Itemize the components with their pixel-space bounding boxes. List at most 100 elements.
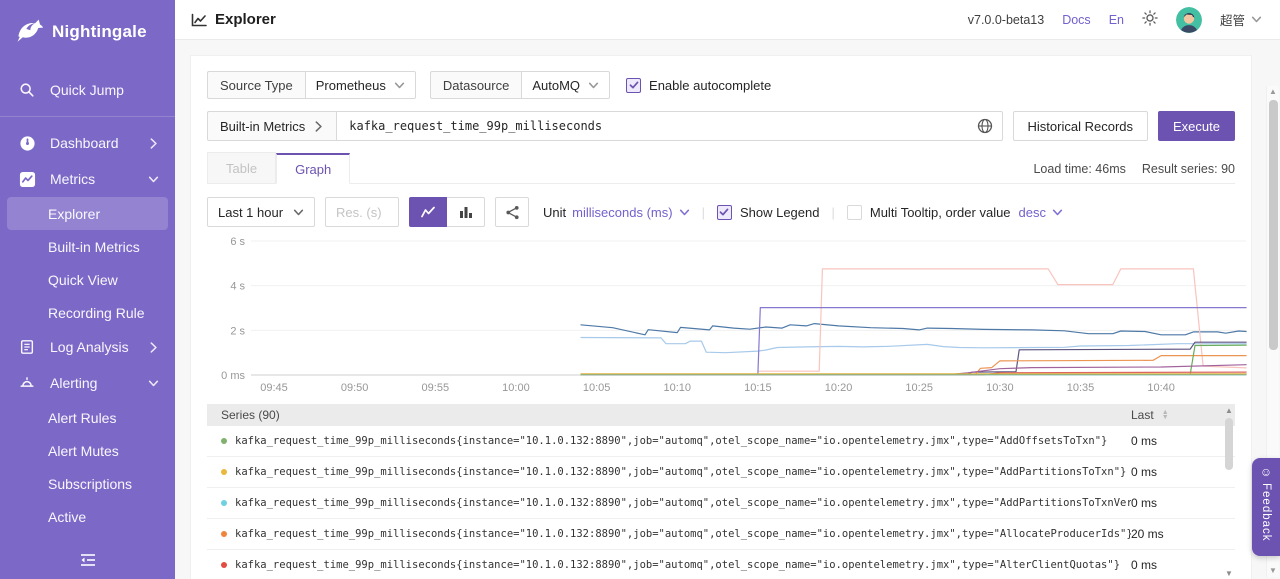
series-row[interactable]: kafka_request_time_99p_milliseconds{inst… (207, 457, 1235, 488)
source-type-label: Source Type (207, 71, 305, 99)
checkbox-unchecked-icon (847, 205, 862, 220)
last-column-header[interactable]: Last (1131, 408, 1154, 422)
sidebar-item-quick-jump[interactable]: Quick Jump (0, 72, 175, 108)
chevron-down-icon (148, 174, 159, 185)
datasource-select[interactable]: AutoMQ (521, 71, 610, 99)
svg-text:10:25: 10:25 (905, 382, 933, 394)
explorer-chart-icon (191, 13, 207, 27)
chevron-down-icon (148, 378, 159, 389)
time-range-select[interactable]: Last 1 hour (207, 197, 315, 227)
page-scrollbar-thumb[interactable] (1269, 100, 1278, 350)
alerting-icon (18, 374, 36, 392)
app-logo[interactable]: Nightingale (0, 0, 175, 64)
page-title: Explorer (191, 11, 276, 28)
svg-text:0 ms: 0 ms (221, 370, 245, 382)
historical-records-button[interactable]: Historical Records (1013, 111, 1148, 141)
avatar[interactable] (1176, 7, 1202, 33)
series-color-dot (221, 531, 227, 537)
series-table-header: Series (90) Last ▲▼ (207, 404, 1235, 426)
sidebar-item-alert-rules[interactable]: Alert Rules (0, 401, 175, 434)
enable-autocomplete-checkbox[interactable]: Enable autocomplete (626, 78, 771, 93)
theme-toggle-sun-icon[interactable] (1142, 10, 1158, 30)
multi-tooltip-checkbox[interactable]: Multi Tooltip, order value (847, 205, 1011, 220)
sidebar-item-active[interactable]: Active (0, 500, 175, 533)
sort-carets[interactable]: ▲▼ (1162, 410, 1169, 420)
sidebar-item-quick-view[interactable]: Quick View (0, 263, 175, 296)
sidebar-item-metrics[interactable]: Metrics (0, 161, 175, 197)
sidebar: Nightingale Quick Jump Dashboard Metrics… (0, 0, 175, 579)
builtin-metrics-button[interactable]: Built-in Metrics (207, 111, 337, 141)
tab-table[interactable]: Table (207, 152, 276, 183)
sidebar-item-builtin-metrics[interactable]: Built-in Metrics (0, 230, 175, 263)
bar-chart-button[interactable] (447, 197, 485, 227)
svg-text:10:35: 10:35 (1067, 382, 1095, 394)
unit-label: Unit (543, 205, 566, 220)
chevron-right-icon (148, 138, 159, 149)
sidebar-item-dashboard[interactable]: Dashboard (0, 125, 175, 161)
metrics-chart[interactable]: 6 s4 s2 s0 ms09:4509:5009:5510:0010:0510… (207, 233, 1235, 400)
dashboard-icon (18, 134, 36, 152)
scroll-down-icon[interactable]: ▼ (1225, 569, 1233, 579)
unit-select[interactable]: milliseconds (ms) (572, 205, 689, 220)
globe-icon[interactable] (977, 118, 993, 139)
order-select[interactable]: desc (1019, 205, 1063, 220)
chevron-right-icon (148, 342, 159, 353)
svg-text:10:00: 10:00 (502, 382, 530, 394)
sidebar-item-explorer[interactable]: Explorer (7, 197, 168, 230)
sidebar-item-recording-rule[interactable]: Recording Rule (0, 296, 175, 329)
user-name: 超管 (1220, 10, 1245, 29)
sidebar-item-subscriptions[interactable]: Subscriptions (0, 467, 175, 500)
promql-query-input[interactable] (337, 111, 1002, 141)
execute-button[interactable]: Execute (1158, 111, 1235, 141)
log-analysis-icon (18, 338, 36, 356)
series-color-dot (221, 438, 227, 444)
load-time: Load time: 46ms (1033, 162, 1125, 176)
chevron-down-icon (588, 80, 599, 91)
series-row[interactable]: kafka_request_time_99p_milliseconds{inst… (207, 550, 1235, 579)
series-column-header: Series (90) (221, 408, 1131, 422)
main-content: Source Type Prometheus Datasource AutoMQ… (175, 40, 1280, 579)
chevron-down-icon (394, 80, 405, 91)
metrics-icon (18, 170, 36, 188)
scroll-up-icon[interactable]: ▲ (1269, 86, 1277, 98)
svg-text:09:45: 09:45 (260, 382, 288, 394)
show-legend-checkbox[interactable]: Show Legend (717, 205, 820, 220)
docs-link[interactable]: Docs (1062, 13, 1090, 27)
divider: | (829, 205, 836, 220)
caret-down-icon: ▼ (1162, 415, 1169, 420)
language-switch[interactable]: En (1109, 13, 1124, 27)
app-name: Nightingale (52, 22, 147, 42)
table-scrollbar-thumb[interactable] (1225, 418, 1233, 470)
nightingale-bird-icon (14, 17, 44, 47)
svg-text:10:10: 10:10 (663, 382, 691, 394)
series-table: Series (90) Last ▲▼ kafka_request_time_9… (207, 404, 1235, 579)
scroll-up-icon[interactable]: ▲ (1225, 406, 1233, 416)
series-row[interactable]: kafka_request_time_99p_milliseconds{inst… (207, 519, 1235, 550)
chevron-down-icon (679, 207, 690, 218)
line-chart-button[interactable] (409, 197, 447, 227)
share-button[interactable] (495, 197, 529, 227)
resolution-input[interactable] (325, 197, 399, 227)
sidebar-item-log-analysis[interactable]: Log Analysis (0, 329, 175, 365)
user-menu[interactable]: 超管 (1220, 10, 1262, 29)
search-icon (18, 81, 36, 99)
feedback-button[interactable]: ☺ Feedback (1252, 458, 1280, 556)
svg-text:6 s: 6 s (230, 236, 245, 248)
chevron-down-icon (1251, 14, 1262, 25)
source-type-select[interactable]: Prometheus (305, 71, 416, 99)
sidebar-item-alert-mutes[interactable]: Alert Mutes (0, 434, 175, 467)
sidebar-collapse-button[interactable] (0, 553, 175, 567)
divider: | (700, 205, 707, 220)
series-row[interactable]: kafka_request_time_99p_milliseconds{inst… (207, 426, 1235, 457)
scroll-down-icon[interactable]: ▼ (1269, 565, 1277, 577)
svg-text:10:05: 10:05 (583, 382, 611, 394)
series-color-dot (221, 500, 227, 506)
series-row[interactable]: kafka_request_time_99p_milliseconds{inst… (207, 488, 1235, 519)
table-scrollbar[interactable]: ▲ ▼ (1223, 406, 1235, 579)
tab-graph[interactable]: Graph (276, 153, 350, 184)
checkbox-checked-icon (626, 78, 641, 93)
checkbox-checked-icon (717, 205, 732, 220)
sidebar-item-alerting[interactable]: Alerting (0, 365, 175, 401)
graph-controls: Last 1 hour Unit milliseconds (ms) | Sho… (207, 197, 1235, 227)
svg-text:09:55: 09:55 (422, 382, 450, 394)
